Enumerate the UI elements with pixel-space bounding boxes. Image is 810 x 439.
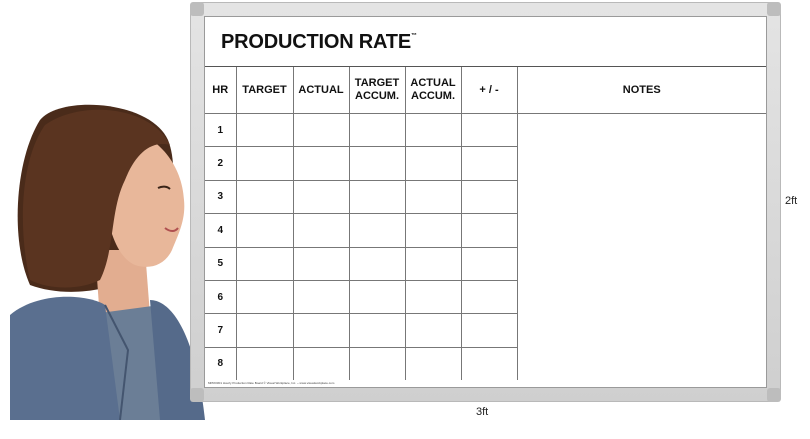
entry-cell — [292, 146, 350, 181]
entry-cell — [292, 179, 350, 215]
table-header-row: HR TARGET ACTUAL TARGET ACCUM. ACTUAL AC… — [205, 67, 766, 114]
entry-cell — [292, 246, 350, 281]
entry-cell — [235, 279, 294, 315]
entry-cell — [348, 346, 406, 381]
hour-cell: 5 — [205, 246, 237, 281]
column-header-hr: HR — [205, 67, 237, 114]
entry-cell — [348, 179, 406, 215]
frame-corner — [190, 2, 204, 16]
width-dimension-label: 3ft — [476, 406, 489, 418]
frame-corner — [767, 2, 781, 16]
frame-corner — [767, 388, 781, 402]
entry-cell — [292, 279, 350, 315]
whiteboard-frame: PRODUCTION RATE™ HR TARGET ACTUAL TARGET… — [190, 2, 781, 402]
board-title-text: PRODUCTION RATE — [221, 31, 411, 53]
entry-cell — [460, 179, 517, 215]
frame-corner — [190, 388, 204, 402]
entry-cell — [404, 146, 462, 181]
entry-cell — [460, 279, 517, 315]
board-title: PRODUCTION RATE™ — [221, 31, 417, 54]
entry-cell — [404, 112, 462, 148]
entry-cell — [235, 313, 294, 348]
entry-cell — [460, 213, 517, 248]
entry-cell — [348, 313, 406, 348]
entry-cell — [235, 213, 294, 248]
entry-cell — [292, 112, 350, 148]
hour-cell: 3 — [205, 179, 237, 215]
entry-cell — [348, 146, 406, 181]
notes-area — [516, 113, 766, 381]
hour-cell: 4 — [205, 213, 237, 248]
entry-cell — [404, 313, 462, 348]
entry-cell — [348, 112, 406, 148]
hour-cell: 6 — [205, 279, 237, 315]
entry-cell — [235, 246, 294, 281]
woman-photo — [10, 104, 205, 420]
entry-cell — [404, 246, 462, 281]
entry-cell — [235, 179, 294, 215]
entry-cell — [460, 112, 518, 148]
entry-cell — [292, 213, 350, 248]
column-header-notes: NOTES — [516, 67, 766, 114]
column-header-actual: ACTUAL — [292, 67, 350, 114]
entry-cell — [404, 179, 462, 215]
trademark-symbol: ™ — [410, 33, 417, 39]
column-header-target: TARGET — [235, 67, 294, 114]
entry-cell — [460, 246, 517, 281]
entry-cell — [235, 112, 294, 148]
entry-cell — [404, 213, 462, 248]
whiteboard-panel: PRODUCTION RATE™ HR TARGET ACTUAL TARGET… — [204, 16, 767, 388]
height-dimension-label: 2ft — [785, 195, 798, 207]
entry-cell — [348, 213, 406, 248]
entry-cell — [460, 313, 517, 348]
entry-cell — [348, 279, 406, 315]
hour-cell: 8 — [205, 346, 237, 381]
entry-cell — [235, 346, 294, 381]
hour-cell: 2 — [205, 146, 237, 181]
entry-cell — [292, 313, 350, 348]
entry-cell — [348, 246, 406, 281]
hour-cell: 7 — [205, 313, 237, 348]
entry-cell — [404, 346, 462, 381]
table-row: 1 — [205, 112, 766, 381]
hour-cell: 1 — [205, 112, 237, 148]
production-rate-table: HR TARGET ACTUAL TARGET ACCUM. ACTUAL AC… — [205, 67, 766, 381]
column-header-target-accum: TARGET ACCUM. — [348, 67, 406, 114]
entry-cell — [460, 146, 517, 181]
entry-cell — [460, 346, 517, 381]
entry-cell — [404, 279, 462, 315]
entry-cell — [235, 146, 294, 181]
column-header-actual-accum: ACTUAL ACCUM. — [404, 67, 462, 114]
column-header-plus-minus: + / - — [460, 67, 518, 114]
entry-cell — [292, 346, 350, 381]
fine-print: MPRO#01 Hourly Production Rate Board © V… — [208, 381, 335, 385]
